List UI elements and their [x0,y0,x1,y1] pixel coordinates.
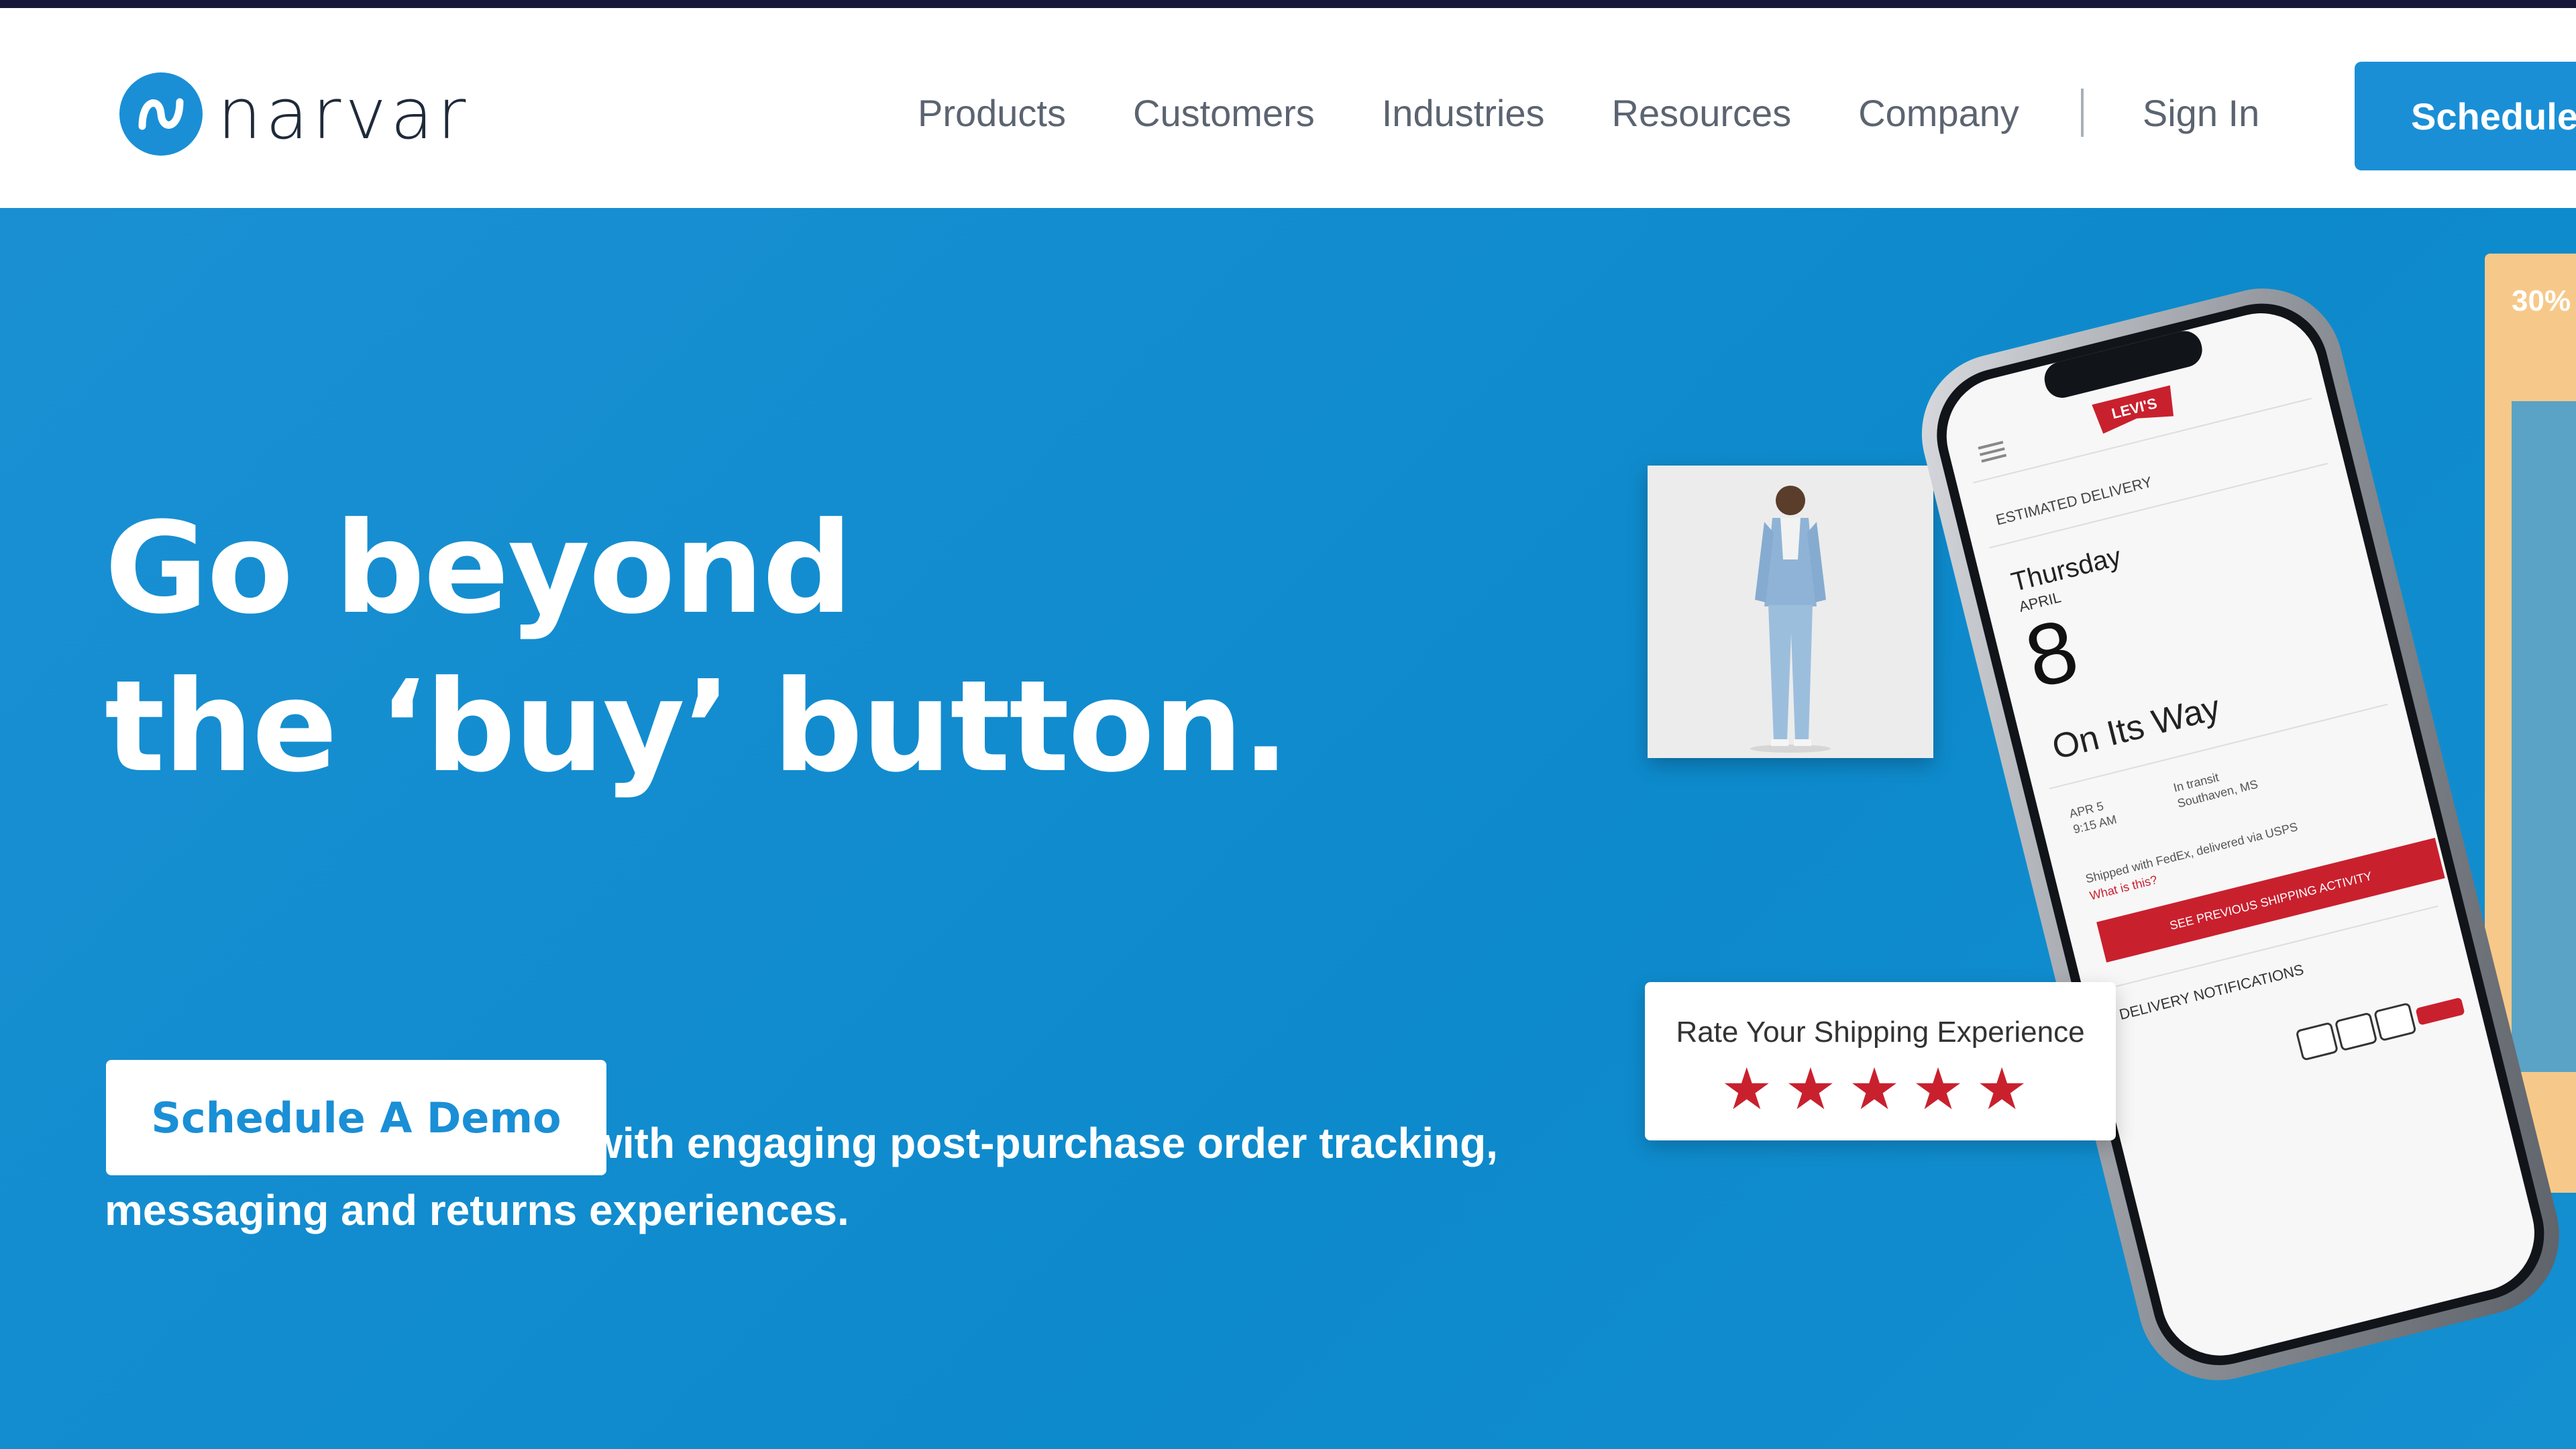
nav-item-company[interactable]: Company [1858,91,2019,135]
nav-item-products[interactable]: Products [918,91,1066,135]
main-nav: Products Customers Industries Resources … [918,89,2316,137]
rating-card: Rate Your Shipping Experience ★★★★★ [1645,982,2116,1140]
hero-headline: Go beyond the ‘buy’ button. [105,490,1289,806]
sign-in-link[interactable]: Sign In [2143,91,2259,135]
nav-item-resources[interactable]: Resources [1612,91,1792,135]
headline-line-2: the ‘buy’ button. [105,653,1289,800]
nav-item-customers[interactable]: Customers [1133,91,1315,135]
nav-divider [2080,89,2084,137]
narvar-logo-icon [119,72,203,156]
logo-glyph [138,98,184,130]
site-header: narvar Products Customers Industries Res… [0,8,2576,208]
rating-stars[interactable]: ★★★★★ [1645,1056,2116,1123]
headline-line-1: Go beyond [105,495,853,642]
phone-mockup: LEVI'S ESTIMATED DELIVERY Thursday APRIL… [1921,288,2559,1381]
rating-card-label: Rate Your Shipping Experience [1676,1016,2085,1049]
narvar-logo[interactable]: narvar [119,67,470,161]
logo-wordmark: narvar [217,73,470,155]
schedule-button[interactable]: Schedule [2355,62,2576,170]
schedule-demo-button[interactable]: Schedule A Demo [106,1060,606,1175]
top-accent-bar [0,0,2576,8]
nav-item-industries[interactable]: Industries [1382,91,1545,135]
